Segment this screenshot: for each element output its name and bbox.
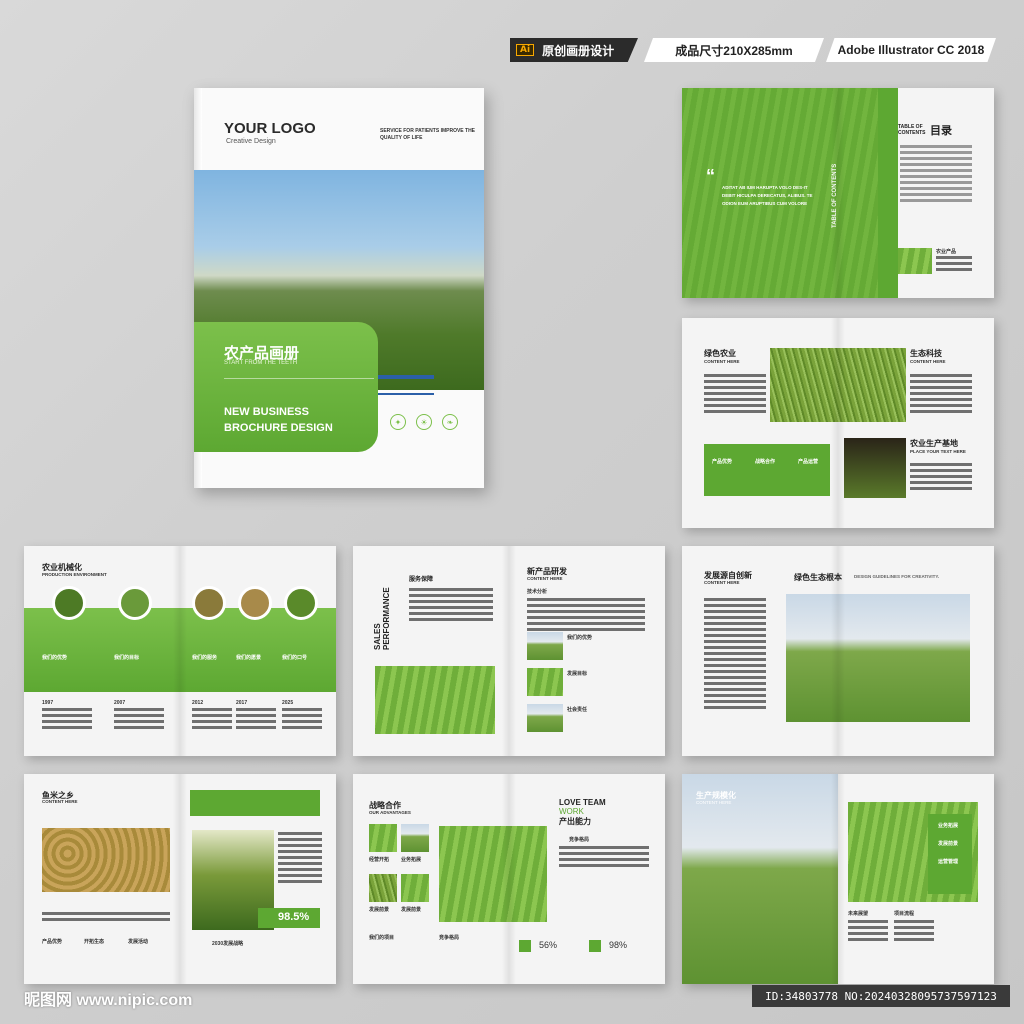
idea-icon: ☀ bbox=[416, 414, 432, 430]
cover-divider bbox=[224, 378, 374, 379]
spread-strategy: 战略合作 OUR ADVANTAGES 经营开拓 业务拓展 发展前景 发展前景 … bbox=[353, 774, 665, 984]
cover-icon-row: ✦ ☀ ❧ bbox=[390, 414, 458, 430]
spread-innovation: 发展源自创新 CONTENT HERE 绿色生态根本 DESIGN GUIDEL… bbox=[682, 546, 994, 756]
terrace-photo bbox=[375, 666, 495, 734]
rice-terrace-photo bbox=[439, 826, 547, 922]
quote-icon: “ bbox=[706, 166, 715, 186]
spread-sales: SALES PERFORMANCE 服务保障 新产品研发 CONTENT HER… bbox=[353, 546, 665, 756]
timeline-photo-1 bbox=[52, 586, 86, 620]
hay-photo bbox=[42, 828, 170, 892]
timeline-photo-2 bbox=[118, 586, 152, 620]
timeline-photo-3 bbox=[192, 586, 226, 620]
timeline-photo-4 bbox=[238, 586, 272, 620]
toc-en: TABLE OF CONTENTS bbox=[898, 124, 926, 136]
heading-base: 农业生产基地 bbox=[910, 439, 958, 448]
bulb-icon: ✦ bbox=[390, 414, 406, 430]
type-badge: Ai 原创画册设计 bbox=[510, 38, 638, 62]
banner-title: 绿色生态根本 bbox=[794, 573, 842, 582]
wheat-photo bbox=[770, 348, 906, 422]
toc-quote: ADITAT AB IUM HARUPTA VOLO DES-IT DEBIT … bbox=[722, 185, 813, 206]
software-badge: Adobe Illustrator CC 2018 bbox=[826, 38, 996, 62]
spread-fish-rice: 鱼米之乡 CONTENT HERE 产品优势 开拓生态 发展活动 98.5% 2… bbox=[24, 774, 336, 984]
brochure-cover: YOUR LOGO Creative Design SERVICE FOR PA… bbox=[194, 88, 484, 488]
feature-boxes bbox=[704, 444, 830, 496]
image-id-bar: ID:34803778 NO:20240328095737597123 bbox=[752, 985, 1010, 1007]
crop-rows-photo bbox=[682, 774, 838, 984]
cover-logo: YOUR LOGO bbox=[224, 120, 316, 137]
size-badge: 成品尺寸210X285mm bbox=[644, 38, 824, 62]
cover-title-en: NEW BUSINESS BROCHURE DESIGN bbox=[224, 406, 333, 434]
cover-tagline: SERVICE FOR PATIENTS IMPROVE THE QUALITY… bbox=[380, 128, 476, 141]
timeline-band bbox=[24, 608, 336, 692]
landscape-photo bbox=[786, 594, 970, 722]
spread-green-agriculture: 绿色农业 CONTENT HERE 生态科技 CONTENT HERE 产品优势… bbox=[682, 318, 994, 528]
toc-thumb bbox=[898, 248, 932, 274]
toc-caption: 农业产品 bbox=[936, 249, 957, 255]
heading-eco-tech: 生态科技 bbox=[910, 349, 942, 358]
illustrator-icon: Ai bbox=[516, 44, 535, 56]
spread-mechanization: 农业机械化 PRODUCTION ENVIRONMENT 我们的优势 我们的目标… bbox=[24, 546, 336, 756]
heading-green-agri: 绿色农业 bbox=[704, 349, 736, 358]
type-label: 原创画册设计 bbox=[542, 43, 615, 58]
toc-vertical: TABLE OF CONTENTS bbox=[832, 163, 838, 228]
sales-vertical: SALES PERFORMANCE bbox=[373, 587, 391, 650]
toc-cn: 目录 bbox=[930, 125, 952, 137]
leaf-icon: ❧ bbox=[442, 414, 458, 430]
timeline-photo-5 bbox=[284, 586, 318, 620]
sprout-photo bbox=[844, 438, 906, 498]
cover-subtitle-en: START FROM THE TEETH bbox=[224, 360, 298, 366]
toc-lines bbox=[900, 145, 972, 205]
watermark: 昵图网 www.nipic.com bbox=[24, 992, 193, 1009]
spread-scale: 生产规模化 CONTENT HERE 业务拓展 发展前景 运营管理 未来展望 项… bbox=[682, 774, 994, 984]
spread-toc: “ ADITAT AB IUM HARUPTA VOLO DES-IT DEBI… bbox=[682, 88, 994, 298]
stat-value: 98.5% bbox=[278, 911, 310, 923]
cover-logo-subtitle: Creative Design bbox=[226, 138, 276, 145]
